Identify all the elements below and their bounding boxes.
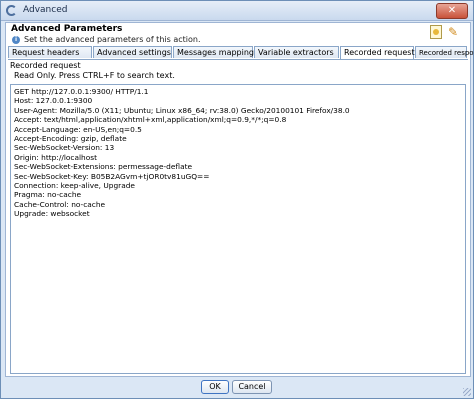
help-icon[interactable]: [430, 25, 442, 39]
recorded-request-panel: Recorded request Read Only. Press CTRL+F…: [8, 60, 468, 374]
panel-note: Read Only. Press CTRL+F to search text.: [14, 71, 175, 80]
dialog-header: Advanced Parameters i Set the advanced p…: [6, 23, 470, 45]
app-icon: [6, 5, 17, 16]
request-text[interactable]: GET http://127.0.0.1:9300/ HTTP/1.1 Host…: [11, 85, 465, 221]
panel-title: Recorded request: [10, 61, 81, 70]
dialog-footer: OK Cancel: [1, 377, 473, 398]
header-subtitle: Set the advanced parameters of this acti…: [24, 35, 201, 44]
tab-variable-extractors[interactable]: Variable extractors: [254, 46, 339, 58]
close-button[interactable]: ✕: [436, 3, 468, 19]
window-title: Advanced: [23, 5, 68, 15]
tab-recorded-response[interactable]: Recorded response: [415, 46, 474, 58]
advanced-dialog: Advanced ✕ Advanced Parameters i Set the…: [0, 0, 474, 399]
resize-grip[interactable]: [463, 388, 471, 396]
dialog-body: Advanced Parameters i Set the advanced p…: [5, 22, 474, 377]
tool-icon[interactable]: ✎: [447, 25, 459, 39]
info-icon: i: [12, 36, 20, 44]
tab-recorded-request[interactable]: Recorded request: [340, 46, 415, 59]
request-text-area[interactable]: GET http://127.0.0.1:9300/ HTTP/1.1 Host…: [10, 84, 466, 374]
ok-button[interactable]: OK: [201, 380, 229, 394]
cancel-button[interactable]: Cancel: [232, 380, 272, 394]
tab-bar: Request headers Advanced settings Messag…: [8, 46, 474, 60]
tab-messages-mapping[interactable]: Messages mapping: [173, 46, 254, 58]
header-title: Advanced Parameters: [11, 24, 123, 34]
tab-advanced-settings[interactable]: Advanced settings: [93, 46, 172, 58]
title-bar[interactable]: Advanced ✕: [1, 1, 473, 21]
tab-request-headers[interactable]: Request headers: [8, 46, 92, 58]
